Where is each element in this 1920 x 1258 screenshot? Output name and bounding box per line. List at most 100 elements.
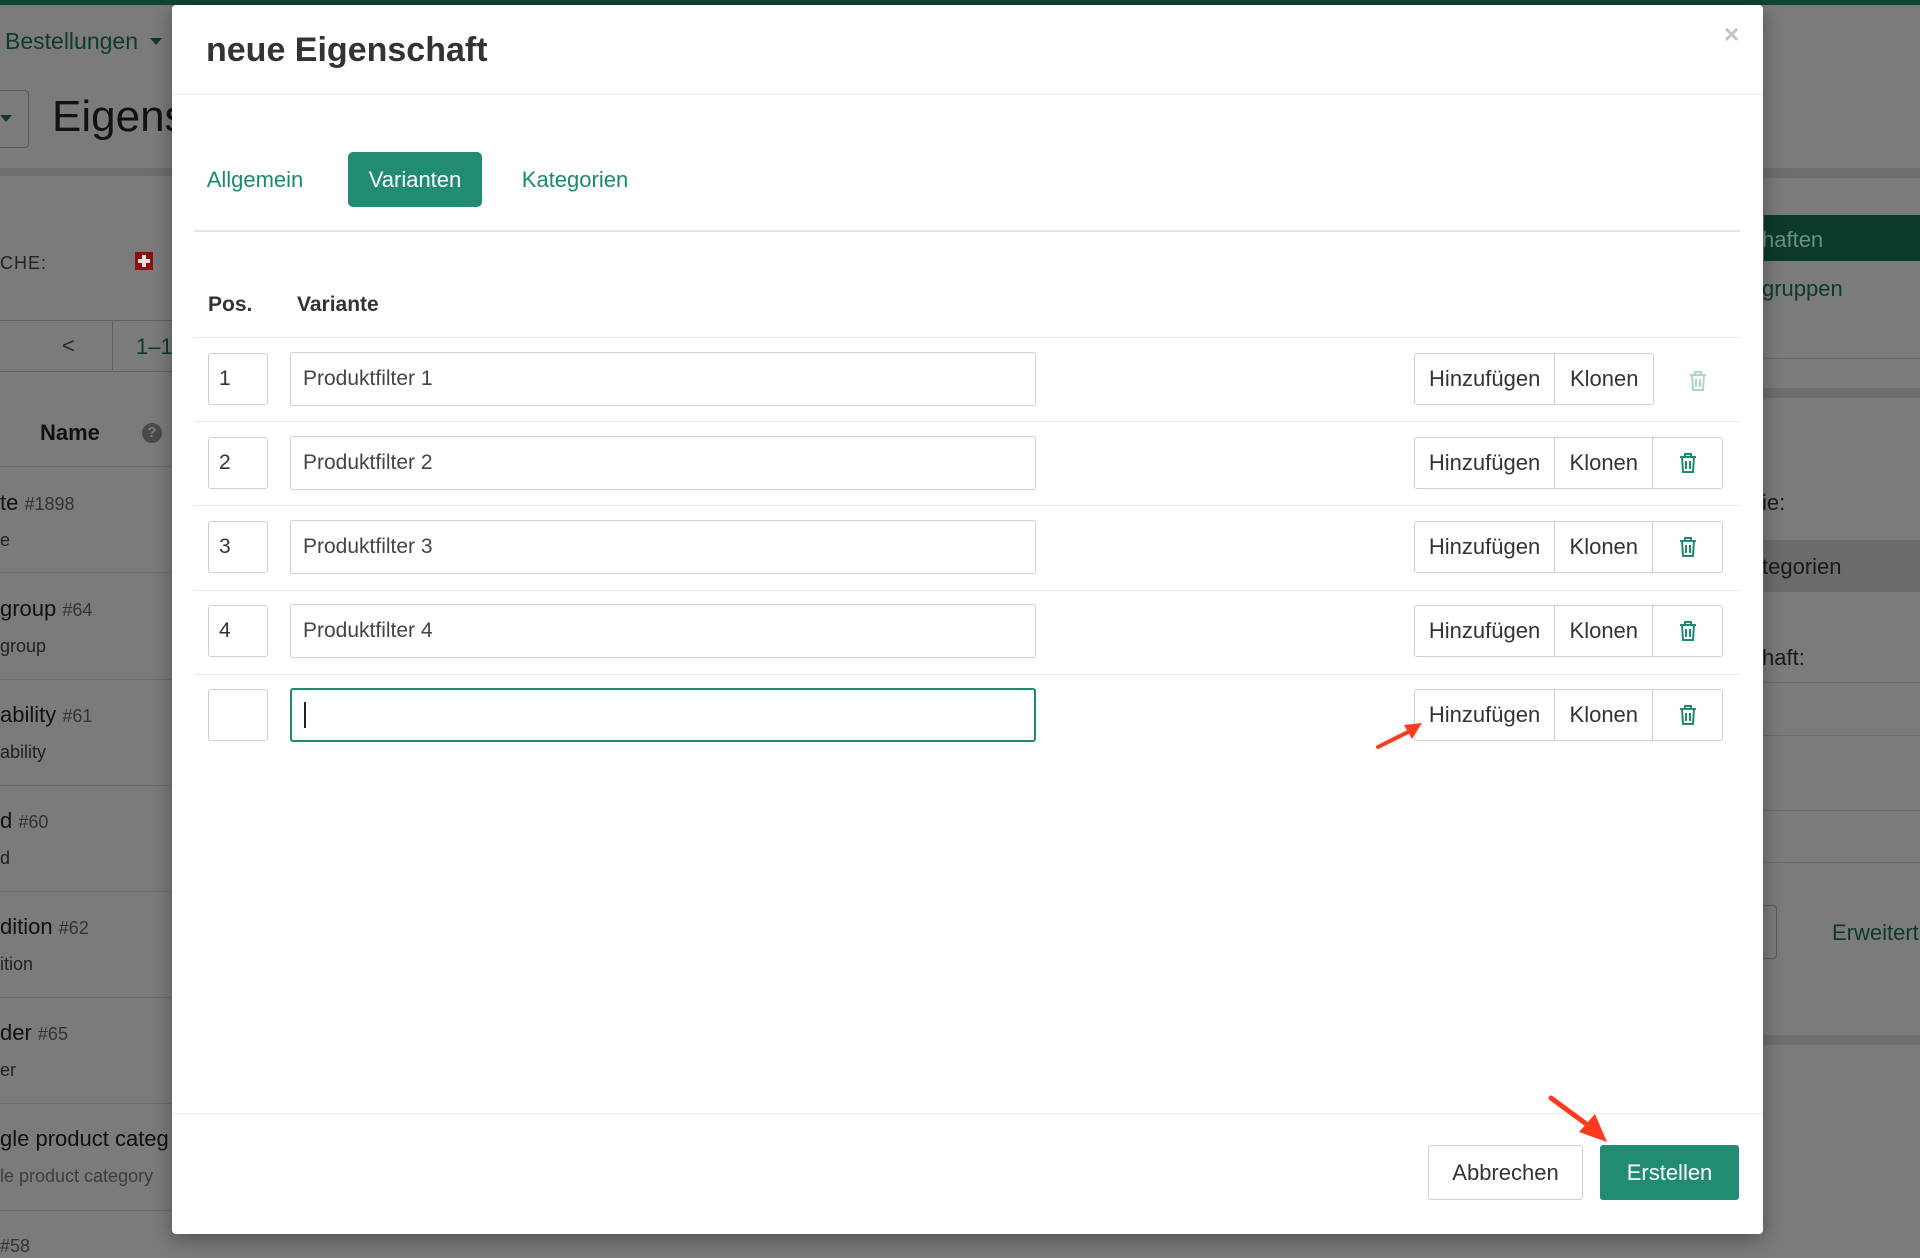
divider xyxy=(0,168,172,176)
swiss-flag-icon xyxy=(135,252,153,270)
list-item-title[interactable]: gle product categ xyxy=(0,1126,169,1152)
position-input[interactable]: 3 xyxy=(208,521,268,573)
divider xyxy=(0,1103,172,1104)
add-button[interactable]: Hinzufügen xyxy=(1415,438,1556,488)
tab-general[interactable]: Allgemein xyxy=(197,152,313,207)
add-button[interactable]: Hinzufügen xyxy=(1415,354,1556,404)
variant-name-input[interactable]: Produktfilter 1 xyxy=(290,352,1036,406)
divider xyxy=(0,572,172,573)
clone-button[interactable]: Klonen xyxy=(1555,354,1653,404)
create-button[interactable]: Erstellen xyxy=(1600,1145,1739,1200)
list-item-title[interactable]: group #64 xyxy=(0,596,92,622)
position-input[interactable]: 2 xyxy=(208,437,268,489)
divider xyxy=(194,674,1740,675)
trash-icon xyxy=(1679,621,1696,641)
row-actions: Hinzufügen Klonen xyxy=(1414,521,1723,573)
position-input[interactable]: 1 xyxy=(208,353,268,405)
panel-field-label: haft: xyxy=(1762,645,1805,670)
column-header-variant: Variante xyxy=(297,293,379,316)
tab-categories[interactable]: Kategorien xyxy=(505,152,645,207)
row-actions: Hinzufügen Klonen xyxy=(1414,689,1723,741)
new-property-dialog: neue Eigenschaft × Allgemein Varianten K… xyxy=(172,5,1763,1234)
chevron-down-icon xyxy=(0,115,12,122)
divider xyxy=(0,891,172,892)
divider xyxy=(172,1113,1763,1114)
delete-button[interactable] xyxy=(1652,690,1722,740)
divider xyxy=(194,505,1740,506)
trash-icon xyxy=(1689,371,1706,391)
advanced-link[interactable]: Erweitert xyxy=(1832,920,1919,946)
clone-button[interactable]: Klonen xyxy=(1555,606,1652,656)
divider xyxy=(1764,810,1920,811)
divider xyxy=(112,320,113,370)
position-input[interactable] xyxy=(208,689,268,741)
list-item-title[interactable]: der #65 xyxy=(0,1020,68,1046)
position-input[interactable]: 4 xyxy=(208,605,268,657)
variant-name-input[interactable]: Produktfilter 2 xyxy=(290,436,1036,490)
clone-button[interactable]: Klonen xyxy=(1555,438,1652,488)
list-item-title[interactable]: ability #61 xyxy=(0,702,92,728)
delete-button[interactable] xyxy=(1652,438,1722,488)
annotation-arrow-icon xyxy=(1376,723,1422,749)
list-item-subtitle: d xyxy=(0,848,11,868)
panel-header-label[interactable]: haften xyxy=(1762,227,1823,253)
row-actions: Hinzufügen Klonen xyxy=(1414,353,1654,405)
divider xyxy=(1764,1035,1920,1045)
list-item-subtitle: le product category xyxy=(0,1166,154,1186)
divider xyxy=(194,421,1740,422)
add-button[interactable]: Hinzufügen xyxy=(1415,606,1556,656)
list-item-title[interactable]: dition #62 xyxy=(0,914,89,940)
divider xyxy=(0,1210,172,1211)
delete-button[interactable] xyxy=(1652,522,1722,572)
annotation-arrow-icon xyxy=(1548,1095,1607,1142)
delete-button-disabled xyxy=(1663,370,1732,392)
dialog-title: neue Eigenschaft xyxy=(206,31,488,69)
cancel-button[interactable]: Abbrechen xyxy=(1428,1145,1583,1200)
list-item-title[interactable]: te #1898 xyxy=(0,490,75,516)
chevron-down-icon xyxy=(150,38,162,45)
list-item-subtitle: e xyxy=(0,530,11,550)
divider xyxy=(0,679,172,680)
clone-button[interactable]: Klonen xyxy=(1555,522,1652,572)
delete-button[interactable] xyxy=(1652,606,1722,656)
variant-name-input-focused[interactable] xyxy=(290,688,1036,742)
variant-name-input[interactable]: Produktfilter 3 xyxy=(290,520,1036,574)
trash-icon xyxy=(1679,705,1696,725)
variant-name-input[interactable]: Produktfilter 4 xyxy=(290,604,1036,658)
list-item-title[interactable]: #58 xyxy=(0,1232,30,1258)
pager-range: 1–1 xyxy=(136,334,173,359)
column-header-name[interactable]: Name xyxy=(40,420,100,446)
add-button[interactable]: Hinzufügen xyxy=(1415,522,1556,572)
pager-prev-button[interactable]: < xyxy=(62,333,75,359)
divider xyxy=(0,997,172,998)
divider xyxy=(194,337,1740,338)
clone-button[interactable]: Klonen xyxy=(1555,690,1652,740)
divider xyxy=(1764,168,1920,178)
list-item-subtitle: er xyxy=(0,1060,17,1080)
panel-categories[interactable]: tegorien xyxy=(1762,554,1842,580)
list-item-subtitle: ability xyxy=(0,742,47,762)
column-header-position: Pos. xyxy=(208,293,253,316)
divider xyxy=(1764,358,1920,359)
add-button[interactable]: Hinzufügen xyxy=(1415,690,1556,740)
list-item-title[interactable]: d #60 xyxy=(0,808,48,834)
trash-icon xyxy=(1679,453,1696,473)
divider xyxy=(0,785,172,786)
divider xyxy=(172,94,1763,95)
divider xyxy=(1764,682,1920,683)
text-caret xyxy=(304,702,306,729)
nav-orders-menu[interactable]: Bestellungen xyxy=(5,28,138,55)
divider xyxy=(1764,735,1920,736)
list-item-subtitle: ition xyxy=(0,954,34,974)
page-title: Eigens xyxy=(52,92,187,141)
row-actions: Hinzufügen Klonen xyxy=(1414,437,1723,489)
panel-link-groups[interactable]: gruppen xyxy=(1762,276,1843,302)
list-item-subtitle: group xyxy=(0,636,47,656)
language-label: CHE: xyxy=(0,253,48,273)
divider xyxy=(0,466,172,467)
divider xyxy=(194,590,1740,591)
help-icon[interactable]: ? xyxy=(142,423,162,443)
trash-icon xyxy=(1679,537,1696,557)
close-icon[interactable]: × xyxy=(1724,19,1739,50)
tab-variants[interactable]: Varianten xyxy=(348,152,482,207)
